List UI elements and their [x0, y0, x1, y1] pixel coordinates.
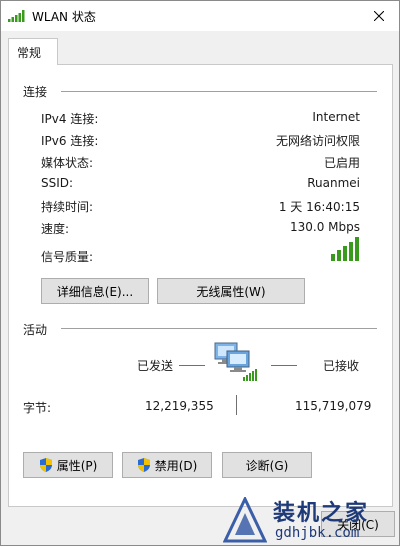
title-bar: WLAN 状态: [1, 1, 399, 31]
disable-button[interactable]: 禁用(D): [122, 452, 212, 478]
wireless-properties-button[interactable]: 无线属性(W): [157, 278, 305, 304]
disable-button-label: 禁用(D): [154, 458, 198, 473]
uac-shield-icon: [39, 458, 52, 472]
wifi-signal-icon: [8, 10, 25, 22]
signal-strength-icon: [331, 237, 359, 261]
duration-label: 持续时间:: [41, 200, 94, 214]
wireless-properties-button-label: 无线属性(W): [196, 284, 266, 299]
signal-quality-label: 信号质量:: [41, 250, 94, 264]
diagnose-button[interactable]: 诊断(G): [222, 452, 312, 478]
ipv6-value: 无网络访问权限: [275, 134, 360, 148]
activity-section-title: 活动: [23, 323, 48, 337]
received-line: [271, 365, 297, 366]
sent-line: [179, 365, 205, 366]
watermark-title: 装机之家: [273, 501, 370, 526]
duration-value: 1 天 16:40:15: [278, 200, 360, 214]
speed-value: 130.0 Mbps: [289, 220, 360, 234]
received-label: 已接收: [323, 359, 360, 373]
connection-separator: [61, 91, 377, 92]
bytes-label: 字节:: [23, 401, 52, 415]
bytes-received-value: 115,719,079: [295, 399, 372, 413]
tab-general[interactable]: 常规: [8, 38, 58, 65]
watermark-url: gdhjbk.com: [275, 525, 360, 541]
activity-divider: [236, 395, 237, 415]
diagnose-button-label: 诊断(G): [245, 458, 289, 473]
connection-section-title: 连接: [23, 85, 48, 99]
window-title: WLAN 状态: [32, 10, 96, 24]
details-button-label: 详细信息(E)...: [56, 284, 134, 299]
watermark-logo-icon: [223, 497, 267, 543]
ssid-value: Ruanmei: [307, 176, 360, 190]
close-icon: [374, 11, 384, 21]
details-button[interactable]: 详细信息(E)...: [41, 278, 149, 304]
tab-general-label: 常规: [17, 46, 42, 60]
general-panel: 连接 IPv4 连接: Internet IPv6 连接: 无网络访问权限 媒体…: [8, 64, 393, 507]
wlan-status-window: WLAN 状态 常规 连接 IPv4 连接: Internet IPv6 连接:…: [0, 0, 400, 546]
properties-button[interactable]: 属性(P): [23, 452, 113, 478]
media-state-label: 媒体状态:: [41, 156, 94, 170]
speed-label: 速度:: [41, 222, 70, 236]
activity-separator: [61, 328, 377, 329]
ipv4-label: IPv4 连接:: [41, 112, 99, 126]
ipv6-label: IPv6 连接:: [41, 134, 99, 148]
media-state-value: 已启用: [323, 156, 360, 170]
ipv4-value: Internet: [312, 110, 360, 124]
uac-shield-icon: [137, 458, 150, 472]
close-window-button[interactable]: [359, 1, 399, 31]
network-computers-icon: [214, 342, 257, 381]
watermark: 装机之家 gdhjbk.com: [223, 495, 400, 547]
sent-label: 已发送: [137, 359, 174, 373]
properties-button-label: 属性(P): [56, 458, 98, 473]
bytes-sent-value: 12,219,355: [145, 399, 214, 413]
ssid-label: SSID:: [41, 176, 74, 190]
